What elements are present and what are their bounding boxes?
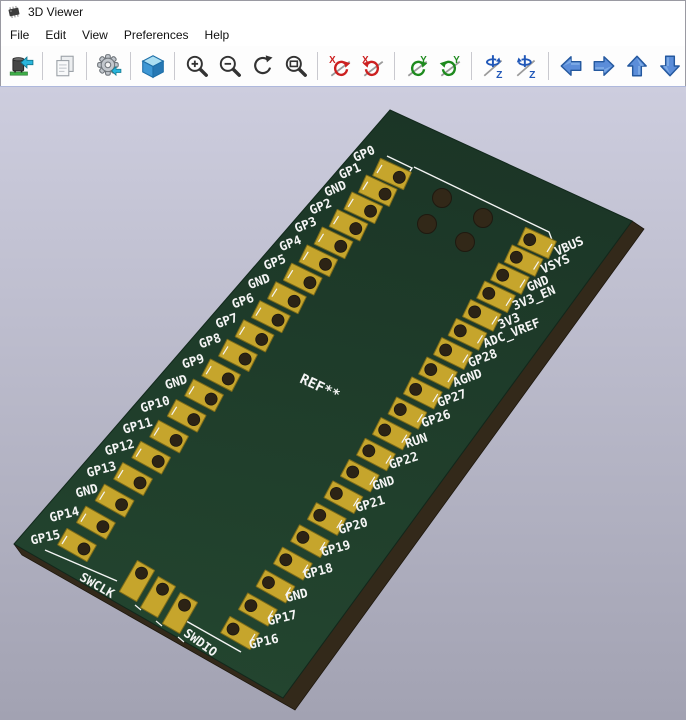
orthographic-projection-icon: [140, 53, 166, 79]
menu-view[interactable]: View: [74, 25, 116, 45]
zoom-out-icon: [217, 53, 243, 79]
rotate-y-clockwise-icon: Y: [404, 53, 430, 79]
copy-image-icon: [52, 53, 78, 79]
rotate-y-counterclockwise-button[interactable]: Y: [433, 47, 466, 85]
zoom-in-icon: [184, 53, 210, 79]
rotate-z-clockwise-button[interactable]: Z: [477, 47, 510, 85]
menu-help[interactable]: Help: [197, 25, 238, 45]
toolbar-separator: [130, 52, 131, 80]
mounting-hole: [433, 189, 452, 208]
window-title: 3D Viewer: [28, 5, 83, 19]
move-left-button[interactable]: [554, 47, 587, 85]
toolbar-separator: [317, 52, 318, 80]
menu-preferences[interactable]: Preferences: [116, 25, 197, 45]
rotate-x-clockwise-button[interactable]: X: [323, 47, 356, 85]
zoom-out-button[interactable]: [213, 47, 246, 85]
menu-edit[interactable]: Edit: [37, 25, 74, 45]
render-options-icon: [96, 53, 122, 79]
svg-text:Y: Y: [453, 55, 460, 66]
rotate-z-clockwise-icon: Z: [481, 53, 507, 79]
move-up-button[interactable]: [620, 47, 653, 85]
move-down-button[interactable]: [653, 47, 686, 85]
3d-viewer-window: 3D Viewer FileEditViewPreferencesHelp XX…: [0, 0, 686, 720]
reload-board-button[interactable]: [4, 47, 37, 85]
zoom-in-button[interactable]: [180, 47, 213, 85]
svg-text:Y: Y: [420, 55, 427, 66]
zoom-to-fit-button[interactable]: [279, 47, 312, 85]
rotate-x-counterclockwise-button[interactable]: X: [356, 47, 389, 85]
render-options-button[interactable]: [92, 47, 125, 85]
redraw-button[interactable]: [246, 47, 279, 85]
rotate-z-counterclockwise-icon: Z: [514, 53, 540, 79]
reload-board-icon: [8, 53, 34, 79]
orthographic-projection-button[interactable]: [136, 47, 169, 85]
move-up-icon: [624, 53, 650, 79]
rotate-x-counterclockwise-icon: X: [360, 53, 386, 79]
move-down-icon: [657, 53, 683, 79]
move-right-button[interactable]: [587, 47, 620, 85]
zoom-to-fit-icon: [283, 53, 309, 79]
menu-bar: FileEditViewPreferencesHelp: [0, 24, 686, 46]
rotate-y-counterclockwise-icon: Y: [437, 53, 463, 79]
toolbar-separator: [86, 52, 87, 80]
rotate-y-clockwise-button[interactable]: Y: [400, 47, 433, 85]
redraw-icon: [250, 53, 276, 79]
3d-viewport[interactable]: GP0VBUSGP1VSYSGNDGNDGP23V3_ENGP33V3GP4AD…: [0, 86, 686, 720]
menu-file[interactable]: File: [2, 25, 37, 45]
move-left-icon: [558, 53, 584, 79]
pcb-3d-render: GP0VBUSGP1VSYSGNDGNDGP23V3_ENGP33V3GP4AD…: [0, 87, 686, 720]
app-chip-icon: [6, 4, 22, 20]
toolbar-separator: [174, 52, 175, 80]
svg-text:X: X: [362, 55, 369, 66]
mounting-hole: [456, 233, 475, 252]
toolbar-separator: [548, 52, 549, 80]
toolbar: X X Y Y Z Z: [0, 46, 686, 86]
toolbar-separator: [471, 52, 472, 80]
toolbar-separator: [42, 52, 43, 80]
rotate-x-clockwise-icon: X: [327, 53, 353, 79]
rotate-z-counterclockwise-button[interactable]: Z: [510, 47, 543, 85]
svg-text:Z: Z: [496, 70, 502, 79]
move-right-icon: [591, 53, 617, 79]
title-bar: 3D Viewer: [0, 0, 686, 24]
svg-text:Z: Z: [529, 70, 535, 79]
copy-image-button[interactable]: [48, 47, 81, 85]
mounting-hole: [418, 215, 437, 234]
toolbar-separator: [394, 52, 395, 80]
mounting-hole: [474, 209, 493, 228]
svg-text:X: X: [329, 55, 336, 66]
